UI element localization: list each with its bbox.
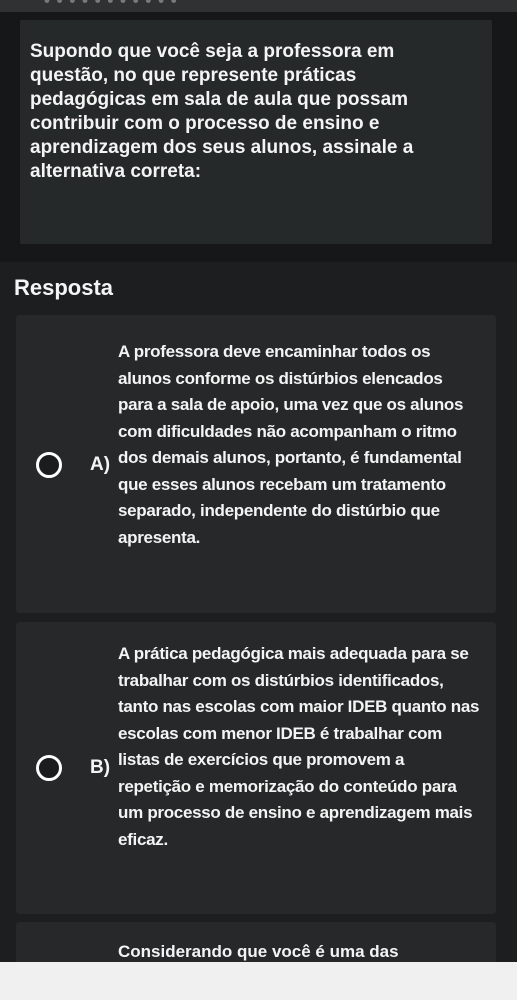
option-a-text: A professora deve encaminhar todos os al… [118, 342, 464, 547]
option-b-radio[interactable] [36, 755, 62, 781]
bottom-bar [0, 962, 517, 1000]
option-b-text: A prática pedagógica mais adequada para … [118, 644, 480, 849]
status-strip: • • • • • • • • • • • [0, 0, 517, 12]
option-a-letter: A) [90, 454, 111, 475]
answer-heading: Resposta [14, 275, 114, 300]
status-strip-text: • • • • • • • • • • • [44, 0, 178, 10]
option-a-radio[interactable] [36, 452, 62, 478]
question-text: Supondo que você seja a professora em qu… [30, 41, 414, 182]
option-c-text: Considerando que você é uma das [118, 942, 399, 961]
option-b-letter: B) [90, 757, 111, 778]
